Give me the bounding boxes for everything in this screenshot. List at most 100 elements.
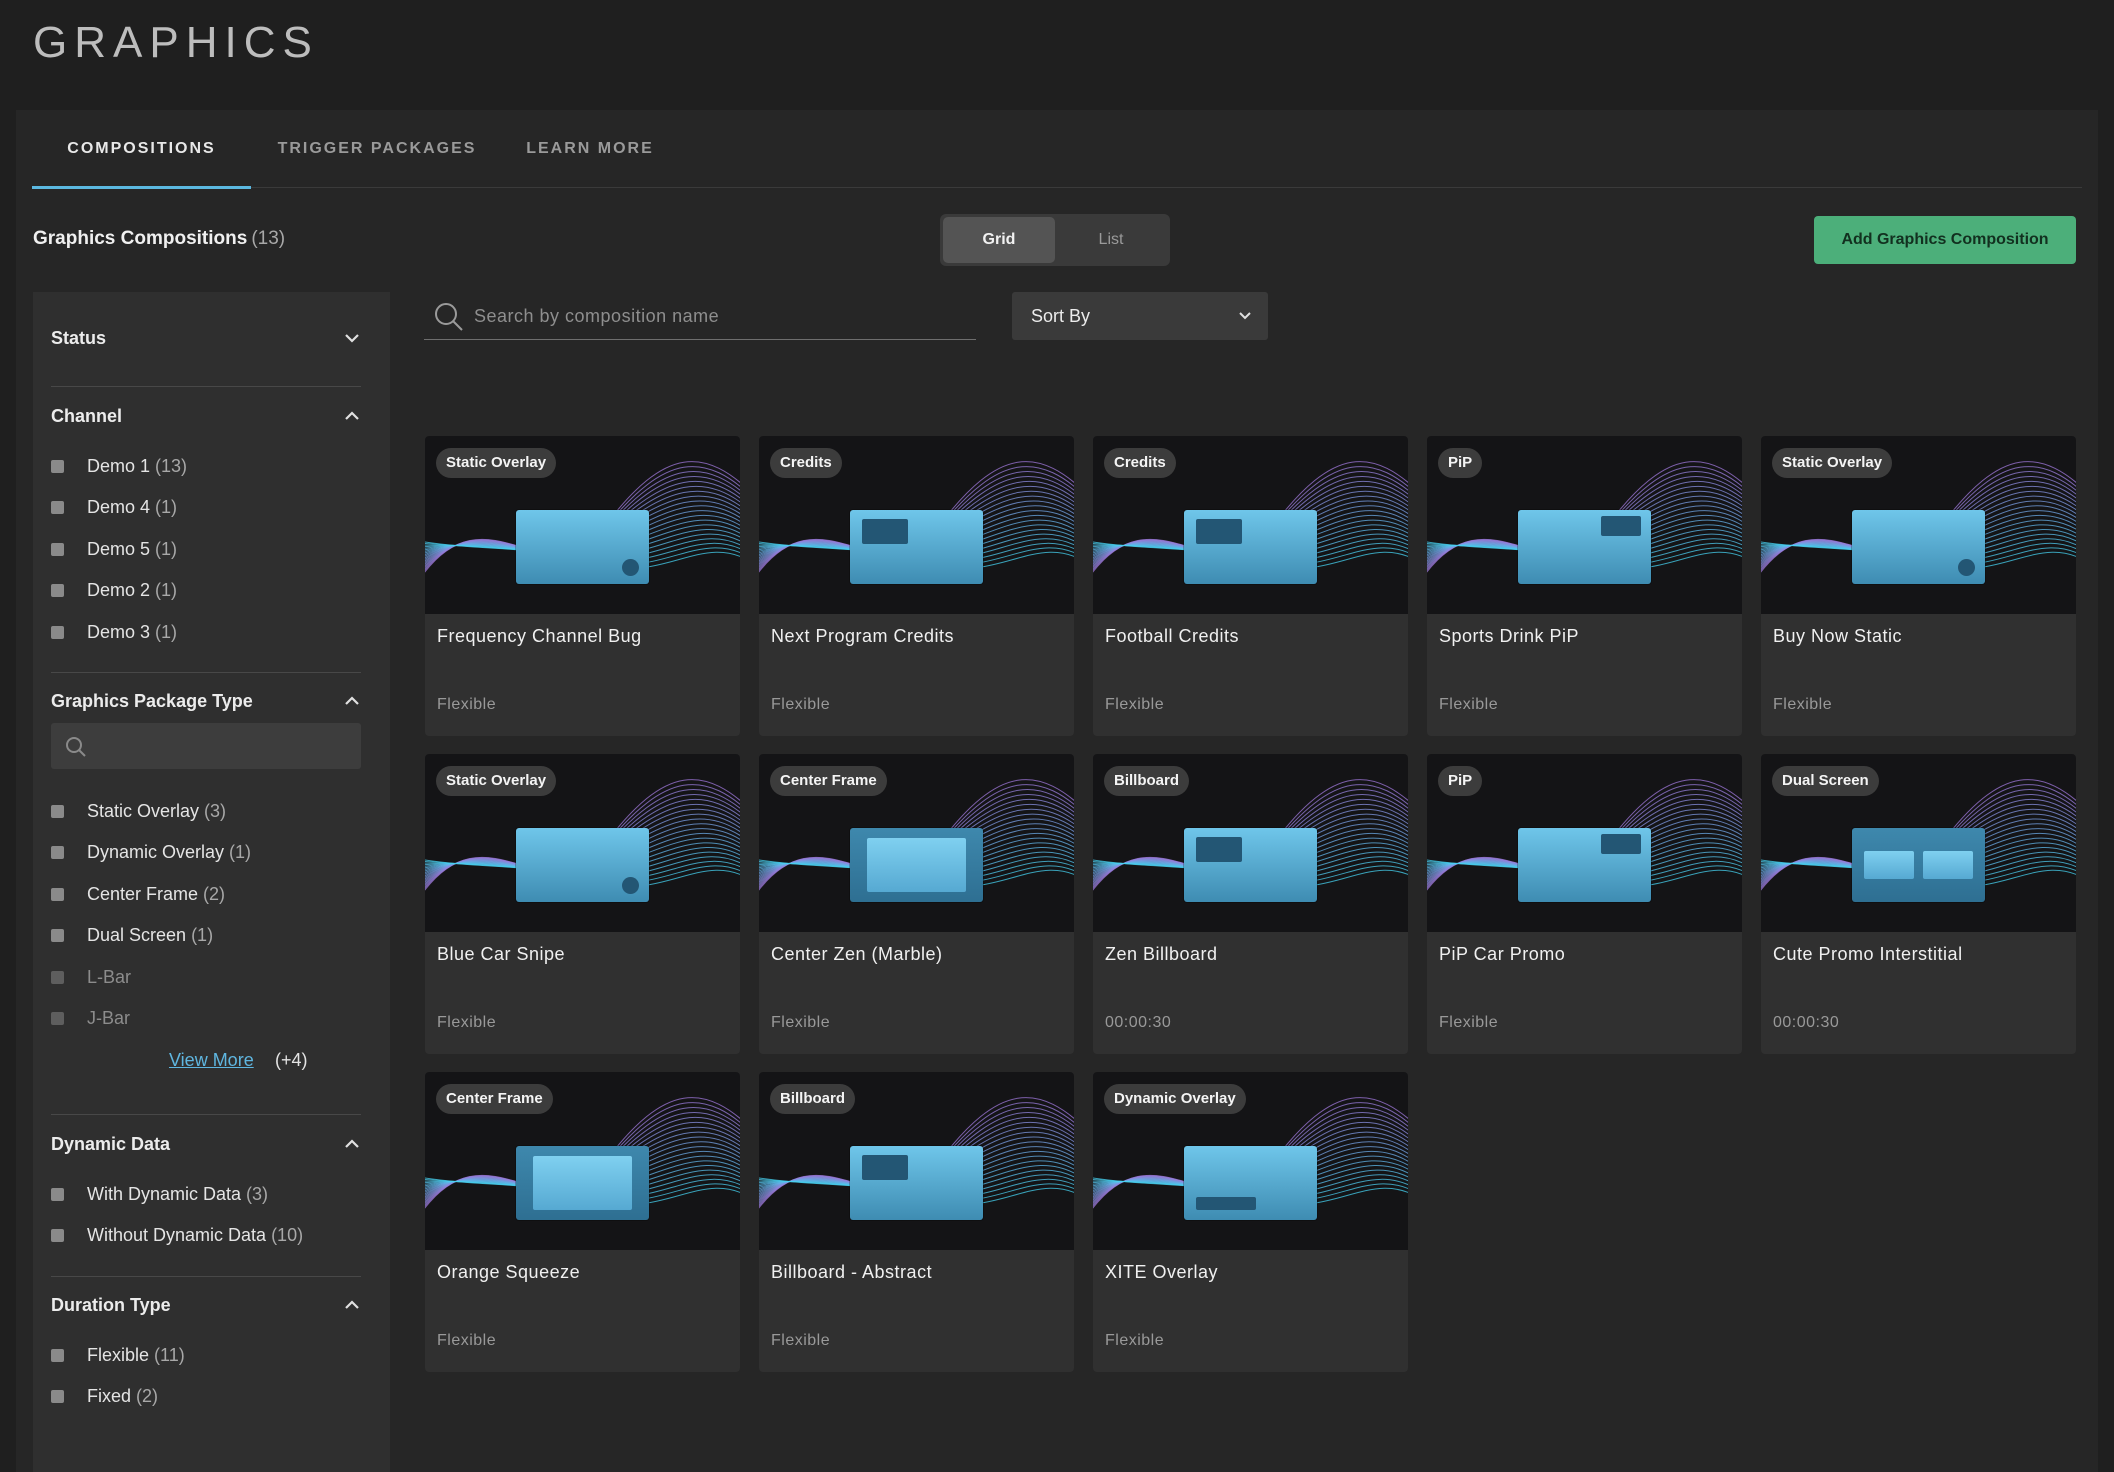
checkbox[interactable] xyxy=(51,583,64,597)
grid-view-button[interactable]: Grid xyxy=(943,217,1055,263)
card-thumbnail: Billboard xyxy=(759,1072,1074,1250)
package-type-option[interactable]: L-Bar xyxy=(51,964,131,990)
card-title: Buy Now Static xyxy=(1773,626,1903,646)
chevron-up-icon xyxy=(345,696,359,705)
card-title: Cute Promo Interstitial xyxy=(1773,944,1963,964)
channel-option[interactable]: Demo 4 (1) xyxy=(51,494,177,520)
checkbox[interactable] xyxy=(51,1011,64,1025)
channel-option-count: (1) xyxy=(155,496,178,517)
checkbox[interactable] xyxy=(51,1187,64,1201)
checkbox[interactable] xyxy=(51,625,64,639)
package-type-option[interactable]: Dynamic Overlay (1) xyxy=(51,839,251,865)
composition-card[interactable]: Billboard Zen Billboard 00:00:30 xyxy=(1093,754,1408,1054)
package-type-option[interactable]: Center Frame (2) xyxy=(51,881,225,907)
package-type-option[interactable]: Dual Screen (1) xyxy=(51,922,213,948)
composition-card[interactable]: Static Overlay Buy Now Static Flexible xyxy=(1761,436,2076,736)
divider xyxy=(51,1276,361,1277)
composition-card[interactable]: PiP PiP Car Promo Flexible xyxy=(1427,754,1742,1054)
composition-card[interactable]: PiP Sports Drink PiP Flexible xyxy=(1427,436,1742,736)
card-duration: Flexible xyxy=(1439,696,1499,713)
checkbox[interactable] xyxy=(51,542,64,556)
tab-compositions[interactable]: COMPOSITIONS xyxy=(32,110,251,189)
checkbox[interactable] xyxy=(51,500,64,514)
package-type-option-label: Center Frame xyxy=(87,883,199,904)
tab-trigger-packages[interactable]: TRIGGER PACKAGES xyxy=(272,110,482,188)
card-thumbnail: PiP xyxy=(1427,436,1742,614)
tab-learn-more[interactable]: LEARN MORE xyxy=(510,110,670,188)
channel-option[interactable]: Demo 2 (1) xyxy=(51,577,177,603)
duration-type-option[interactable]: Flexible (11) xyxy=(51,1342,185,1368)
channel-option[interactable]: Demo 1 (13) xyxy=(51,453,187,479)
dynamic-data-option[interactable]: With Dynamic Data (3) xyxy=(51,1181,268,1207)
composition-card[interactable]: Dual Screen Cute Promo Interstitial 00:00:… xyxy=(1761,754,2076,1054)
dynamic-data-filter-toggle[interactable]: Dynamic Data xyxy=(51,1124,361,1164)
package-type-badge: PiP xyxy=(1438,766,1483,796)
package-type-badge: Billboard xyxy=(1104,766,1190,796)
package-type-option[interactable]: J-Bar xyxy=(51,1005,130,1031)
package-type-badge: Static Overlay xyxy=(436,448,557,478)
card-thumbnail: Center Frame xyxy=(759,754,1074,932)
package-type-badge: Dual Screen xyxy=(1772,766,1879,796)
composition-card[interactable]: Dynamic Overlay XITE Overlay Flexible xyxy=(1093,1072,1408,1372)
duration-type-option[interactable]: Fixed (2) xyxy=(51,1383,158,1409)
card-title: Sports Drink PiP xyxy=(1439,626,1580,646)
channel-filter-toggle[interactable]: Channel xyxy=(51,396,361,436)
screen-graphic xyxy=(1184,1146,1317,1220)
duration-type-filter-title: Duration Type xyxy=(51,1294,171,1315)
checkbox[interactable] xyxy=(51,804,64,818)
checkbox[interactable] xyxy=(51,928,64,942)
chevron-down-icon xyxy=(1239,312,1251,320)
checkbox[interactable] xyxy=(51,970,64,984)
composition-card[interactable]: Billboard Billboard - Abstract Flexible xyxy=(759,1072,1074,1372)
checkbox[interactable] xyxy=(51,1389,64,1403)
package-type-filter: Graphics Package Type Static Overlay (3) … xyxy=(51,681,361,1070)
checkbox[interactable] xyxy=(51,845,64,859)
channel-option[interactable]: Demo 5 (1) xyxy=(51,536,177,562)
package-type-search-input[interactable] xyxy=(51,723,361,769)
card-duration: Flexible xyxy=(771,1332,831,1349)
package-type-filter-toggle[interactable]: Graphics Package Type xyxy=(51,681,361,721)
card-thumbnail: Billboard xyxy=(1093,754,1408,932)
checkbox[interactable] xyxy=(51,1228,64,1242)
composition-card[interactable]: Credits Next Program Credits Flexible xyxy=(759,436,1074,736)
status-filter-title: Status xyxy=(51,327,107,348)
list-view-button[interactable]: List xyxy=(1055,217,1167,263)
composition-card[interactable]: Static Overlay Blue Car Snipe Flexible xyxy=(425,754,740,1054)
sort-by-dropdown[interactable]: Sort By xyxy=(1012,292,1268,340)
duration-type-filter-toggle[interactable]: Duration Type xyxy=(51,1285,361,1325)
status-filter-toggle[interactable]: Status xyxy=(51,318,361,358)
checkbox[interactable] xyxy=(51,887,64,901)
duration-type-option-count: (2) xyxy=(136,1385,159,1406)
compositions-heading-label: Graphics Compositions xyxy=(33,228,248,249)
package-type-badge: Center Frame xyxy=(770,766,887,796)
duration-type-option-label: Fixed xyxy=(87,1385,132,1406)
package-type-option-label: Dual Screen xyxy=(87,924,187,945)
card-title: XITE Overlay xyxy=(1105,1262,1219,1282)
card-duration: Flexible xyxy=(1773,696,1833,713)
card-duration: Flexible xyxy=(437,1014,497,1031)
composition-card[interactable]: Center Frame Orange Squeeze Flexible xyxy=(425,1072,740,1372)
dynamic-data-option[interactable]: Without Dynamic Data (10) xyxy=(51,1222,303,1248)
composition-card[interactable]: Center Frame Center Zen (Marble) Flexible xyxy=(759,754,1074,1054)
view-more-link[interactable]: View More xyxy=(169,1050,254,1071)
checkbox[interactable] xyxy=(51,459,64,473)
card-title: Next Program Credits xyxy=(771,626,955,646)
duration-type-option-count: (11) xyxy=(154,1344,185,1365)
card-title: PiP Car Promo xyxy=(1439,944,1566,964)
tab-bar: COMPOSITIONS TRIGGER PACKAGES LEARN MORE xyxy=(32,110,2082,189)
package-type-badge: PiP xyxy=(1438,448,1483,478)
composition-card[interactable]: Static Overlay Frequency Channel Bug Flexi… xyxy=(425,436,740,736)
dynamic-data-filter: Dynamic Data With Dynamic Data (3) Withou… xyxy=(51,1124,361,1245)
checkbox[interactable] xyxy=(51,1348,64,1362)
channel-option[interactable]: Demo 3 (1) xyxy=(51,619,177,645)
composition-card[interactable]: Credits Football Credits Flexible xyxy=(1093,436,1408,736)
search-icon xyxy=(435,303,463,331)
package-type-option[interactable]: Static Overlay (3) xyxy=(51,798,226,824)
screen-graphic xyxy=(850,828,983,902)
card-thumbnail: PiP xyxy=(1427,754,1742,932)
add-graphics-composition-button[interactable]: Add Graphics Composition xyxy=(1814,216,2076,264)
card-title: Zen Billboard xyxy=(1105,944,1218,964)
duration-type-filter: Duration Type Flexible (11) Fixed (2) xyxy=(51,1285,361,1406)
screen-graphic xyxy=(1184,828,1317,902)
search-input[interactable] xyxy=(474,302,954,330)
